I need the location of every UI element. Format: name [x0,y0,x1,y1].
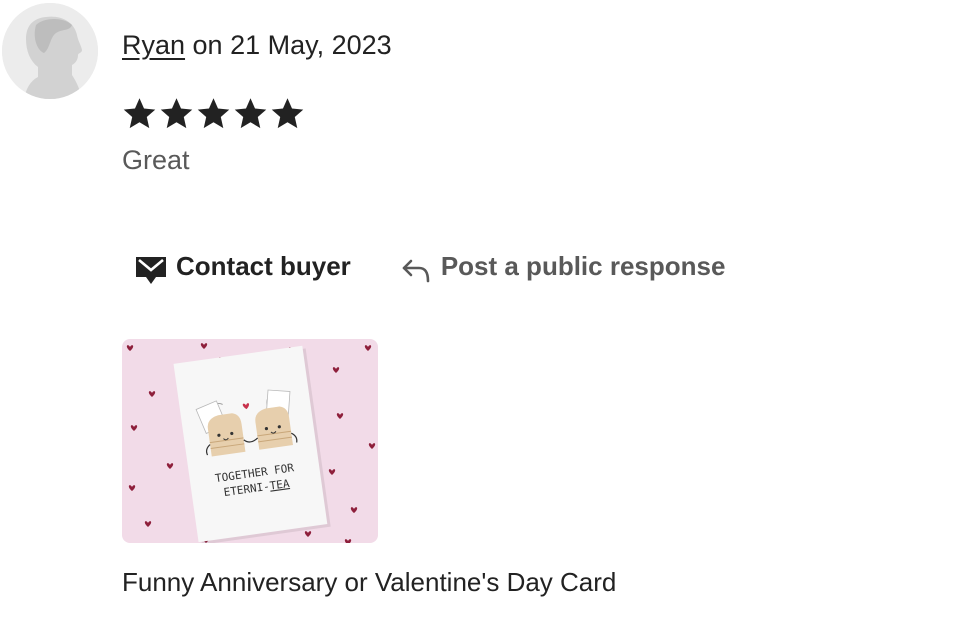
star-icon [271,98,304,129]
product-image[interactable]: TOGETHER FOR ETERNI-TEA [122,339,378,543]
contact-buyer-button[interactable]: Contact buyer [134,246,351,286]
star-rating [122,96,305,132]
reply-arrow-icon [402,259,430,283]
review-header: Ryan on 21 May, 2023 [122,28,392,62]
review-text: Great [122,145,190,175]
default-person-icon [2,3,98,99]
product-title-link[interactable]: Funny Anniversary or Valentine's Day Car… [122,566,616,598]
envelope-icon [136,257,166,284]
star-icon [234,98,267,129]
star-icon [123,98,156,129]
product-photo: TOGETHER FOR ETERNI-TEA [122,339,378,543]
contact-buyer-label: Contact buyer [176,250,351,281]
reviewer-name-link[interactable]: Ryan [122,30,185,60]
star-icon [160,98,193,129]
post-public-response-label: Post a public response [440,250,726,281]
reviewer-avatar[interactable] [2,3,98,99]
review-date: on 21 May, 2023 [185,30,392,60]
star-icon [197,98,230,129]
post-public-response-button[interactable]: Post a public response [401,249,726,283]
review-actions: Contact buyer Post a public response [134,246,725,286]
